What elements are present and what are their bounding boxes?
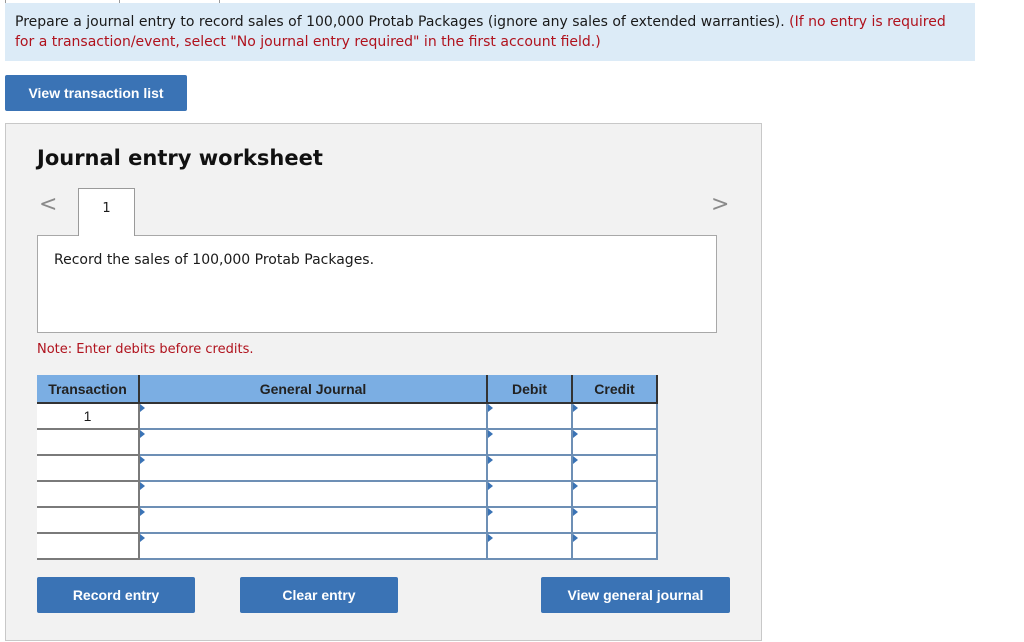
- dropdown-marker-icon: [573, 534, 578, 542]
- header-credit: Credit: [572, 375, 658, 404]
- debit-input[interactable]: [488, 456, 571, 480]
- debit-input[interactable]: [488, 482, 571, 506]
- transaction-number: [37, 481, 140, 508]
- transaction-description: Record the sales of 100,000 Protab Packa…: [37, 235, 717, 333]
- transaction-number: [37, 507, 140, 534]
- header-general-journal: General Journal: [139, 375, 488, 404]
- debit-input[interactable]: [488, 508, 571, 532]
- dropdown-marker-icon: [488, 430, 493, 438]
- account-cell: [138, 506, 488, 534]
- debit-cell: [486, 454, 573, 482]
- credit-input[interactable]: [573, 534, 656, 558]
- credit-input[interactable]: [573, 508, 656, 532]
- credit-cell: [571, 428, 658, 456]
- account-input[interactable]: [140, 430, 486, 454]
- view-transaction-list-button[interactable]: View transaction list: [5, 75, 187, 111]
- record-entry-button[interactable]: Record entry: [37, 577, 195, 613]
- credit-input[interactable]: [573, 430, 656, 454]
- instruction-text: Prepare a journal entry to record sales …: [15, 14, 790, 30]
- dropdown-marker-icon: [140, 456, 145, 464]
- dropdown-marker-icon: [488, 508, 493, 516]
- table-row: [37, 454, 658, 482]
- journal-entry-worksheet: Journal entry worksheet < 1 > Record the…: [5, 123, 762, 641]
- view-general-journal-button[interactable]: View general journal: [541, 577, 730, 613]
- credit-input[interactable]: [573, 456, 656, 480]
- clear-entry-button[interactable]: Clear entry: [240, 577, 398, 613]
- dropdown-marker-icon: [140, 404, 145, 412]
- dropdown-marker-icon: [140, 534, 145, 542]
- dropdown-marker-icon: [573, 404, 578, 412]
- debit-cell: [486, 428, 573, 456]
- dropdown-marker-icon: [488, 456, 493, 464]
- account-cell: [138, 402, 488, 430]
- table-row: [37, 506, 658, 534]
- debit-input[interactable]: [488, 534, 571, 558]
- credit-input[interactable]: [573, 482, 656, 506]
- account-input[interactable]: [140, 482, 486, 506]
- dropdown-marker-icon: [488, 534, 493, 542]
- credit-cell: [571, 506, 658, 534]
- table-row: [37, 532, 658, 560]
- chevron-right-icon[interactable]: >: [711, 192, 729, 217]
- dropdown-marker-icon: [140, 508, 145, 516]
- dropdown-marker-icon: [573, 508, 578, 516]
- instruction-banner: Prepare a journal entry to record sales …: [5, 3, 975, 61]
- debits-note: Note: Enter debits before credits.: [37, 342, 254, 357]
- debit-input[interactable]: [488, 430, 571, 454]
- credit-cell: [571, 480, 658, 508]
- account-cell: [138, 480, 488, 508]
- header-debit: Debit: [487, 375, 573, 404]
- dropdown-marker-icon: [140, 482, 145, 490]
- account-cell: [138, 428, 488, 456]
- debit-cell: [486, 480, 573, 508]
- dropdown-marker-icon: [488, 404, 493, 412]
- account-cell: [138, 532, 488, 560]
- credit-cell: [571, 532, 658, 560]
- credit-cell: [571, 402, 658, 430]
- dropdown-marker-icon: [140, 430, 145, 438]
- account-input[interactable]: [140, 508, 486, 532]
- transaction-number: 1: [37, 403, 140, 430]
- debit-cell: [486, 506, 573, 534]
- account-cell: [138, 454, 488, 482]
- chevron-left-icon[interactable]: <: [39, 192, 57, 217]
- debit-cell: [486, 532, 573, 560]
- account-input[interactable]: [140, 404, 486, 428]
- dropdown-marker-icon: [573, 456, 578, 464]
- table-row: [37, 428, 658, 456]
- table-row: [37, 480, 658, 508]
- credit-cell: [571, 454, 658, 482]
- dropdown-marker-icon: [573, 482, 578, 490]
- description-text: Record the sales of 100,000 Protab Packa…: [54, 252, 375, 268]
- account-input[interactable]: [140, 456, 486, 480]
- account-input[interactable]: [140, 534, 486, 558]
- dropdown-marker-icon: [573, 430, 578, 438]
- transaction-number: [37, 455, 140, 482]
- tab-step-1[interactable]: 1: [78, 188, 135, 236]
- journal-table: Transaction General Journal Debit Credit…: [37, 375, 658, 560]
- table-row: 1: [37, 402, 658, 430]
- debit-cell: [486, 402, 573, 430]
- worksheet-title: Journal entry worksheet: [37, 146, 323, 170]
- header-transaction: Transaction: [37, 375, 140, 404]
- table-header-row: Transaction General Journal Debit Credit: [37, 375, 658, 404]
- transaction-number: [37, 533, 140, 560]
- credit-input[interactable]: [573, 404, 656, 428]
- dropdown-marker-icon: [488, 482, 493, 490]
- debit-input[interactable]: [488, 404, 571, 428]
- transaction-number: [37, 429, 140, 456]
